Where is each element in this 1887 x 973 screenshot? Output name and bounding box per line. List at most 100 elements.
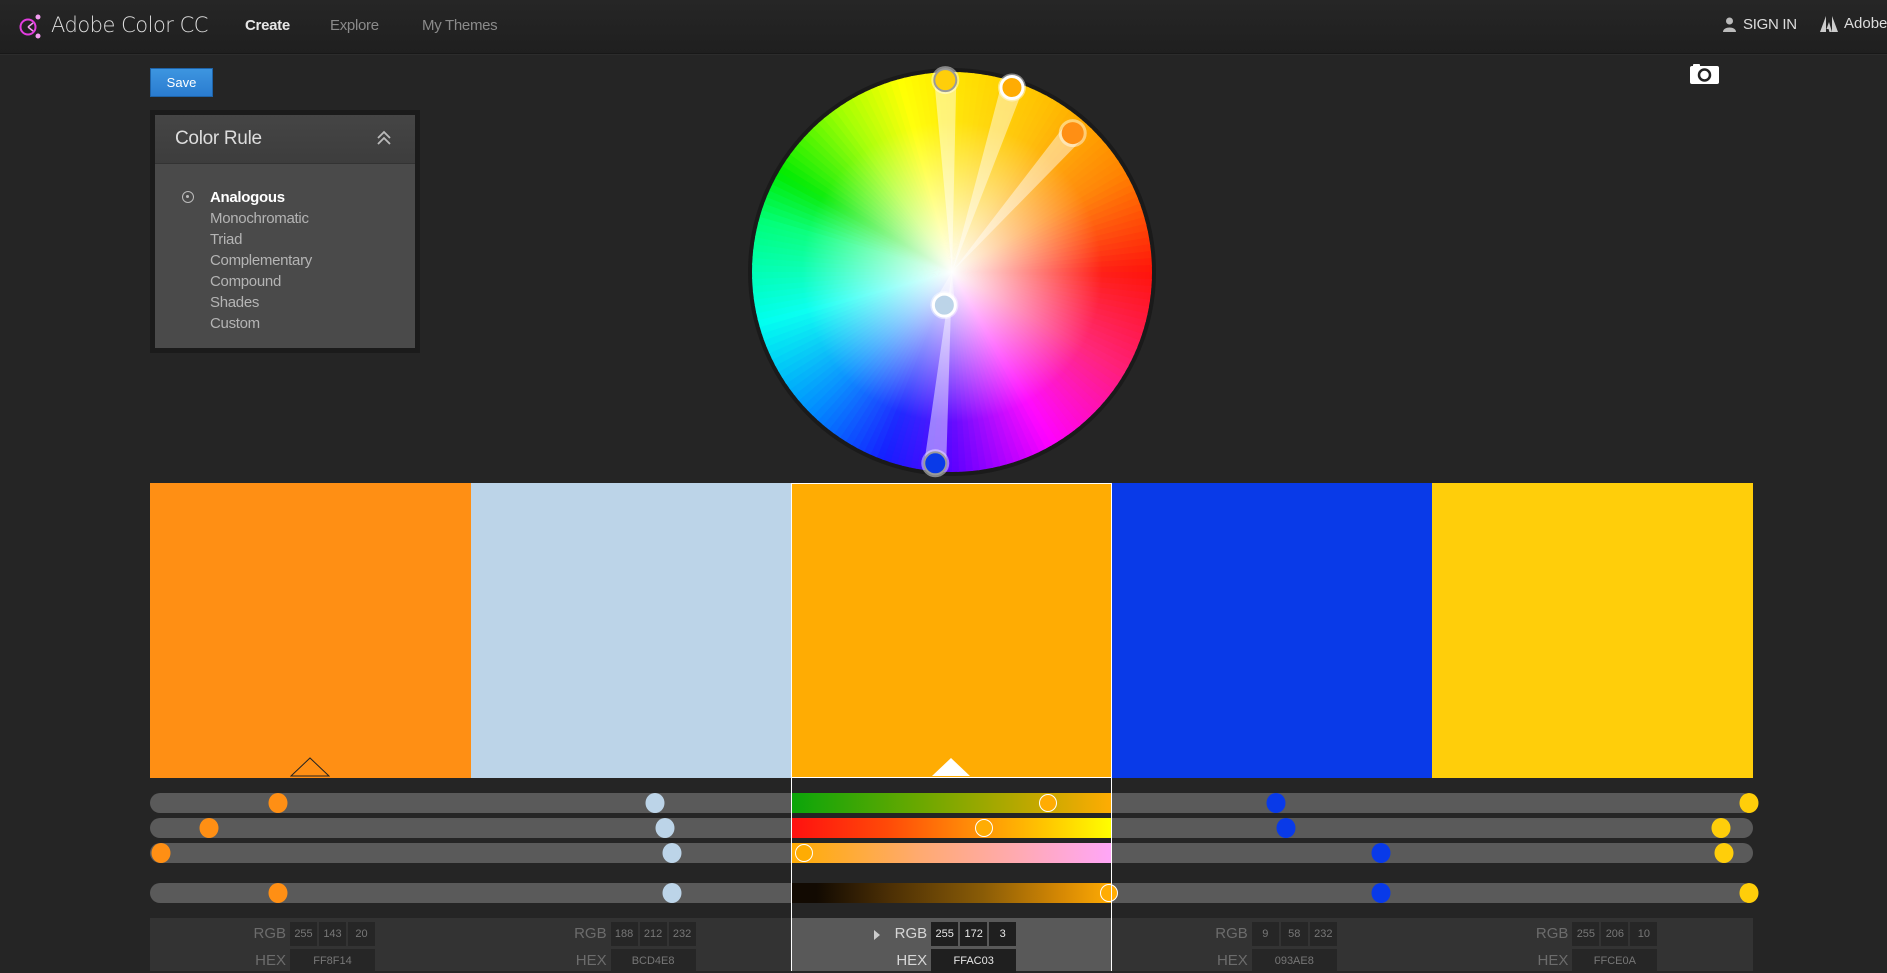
color-rule-panel: Color Rule Analogous Monochromatic Triad… xyxy=(150,110,420,353)
sign-in-label: SIGN IN xyxy=(1743,16,1797,33)
values-swatch-4: RGB HEX 9 58 232 093AE8 xyxy=(1112,918,1433,973)
slider-hue-track[interactable] xyxy=(791,793,1112,813)
adobe-label: Adobe xyxy=(1844,15,1887,32)
expand-arrow-icon[interactable] xyxy=(874,930,881,940)
hex-label: HEX xyxy=(255,952,286,969)
rule-option-compound[interactable]: Compound xyxy=(155,271,415,292)
adobe-link[interactable]: Adobe xyxy=(1820,15,1887,32)
camera-icon[interactable] xyxy=(1690,64,1719,84)
values-swatch-2: RGB HEX 188 212 232 BCD4E8 xyxy=(471,918,792,973)
rule-option-label: Analogous xyxy=(210,189,285,206)
hex-input[interactable]: FFCE0A xyxy=(1572,949,1658,973)
slider-value-knob-4[interactable] xyxy=(1371,883,1391,903)
rule-option-shades[interactable]: Shades xyxy=(155,292,415,313)
hex-input[interactable]: FF8F14 xyxy=(290,949,375,973)
slider-hue-knob-4[interactable] xyxy=(1266,793,1286,813)
color-wheel-canvas[interactable] xyxy=(744,64,1160,480)
rgb-blue-input[interactable]: 3 xyxy=(989,922,1017,946)
selected-color-marker-icon xyxy=(932,758,971,776)
rgb-blue-input[interactable]: 232 xyxy=(668,922,696,946)
app-title[interactable]: Adobe Color CC xyxy=(51,13,208,37)
slider-saturation-knob-5[interactable] xyxy=(1711,818,1731,838)
rgb-green-input[interactable]: 212 xyxy=(639,922,667,946)
rgb-green-input[interactable]: 143 xyxy=(319,922,346,946)
swatch-2[interactable] xyxy=(470,483,792,778)
rgb-red-input[interactable]: 255 xyxy=(290,922,317,946)
slider-brightness-knob-5[interactable] xyxy=(1714,843,1734,863)
rule-option-label: Complementary xyxy=(210,252,312,269)
slider-value-knob-3[interactable] xyxy=(1099,884,1118,902)
slider-value-knob-2[interactable] xyxy=(662,883,682,903)
hex-input[interactable]: FFAC03 xyxy=(931,949,1017,973)
wheel-handle-2[interactable] xyxy=(931,292,957,318)
save-button[interactable]: Save xyxy=(150,68,213,97)
slider-hue-knob-2[interactable] xyxy=(645,793,665,813)
sign-in-link[interactable]: SIGN IN xyxy=(1722,16,1797,33)
slider-saturation-knob-1[interactable] xyxy=(199,818,219,838)
hex-label: HEX xyxy=(575,952,607,969)
wheel-handle-5[interactable] xyxy=(933,68,958,93)
hex-input[interactable]: 093AE8 xyxy=(1251,949,1337,973)
rgb-label: RGB xyxy=(574,925,607,942)
slider-hue-knob-5[interactable] xyxy=(1739,793,1759,813)
color-wheel[interactable] xyxy=(744,64,1160,480)
rgb-green-input[interactable]: 206 xyxy=(1601,922,1629,946)
slider-saturation-track[interactable] xyxy=(791,818,1112,838)
color-rule-title: Color Rule xyxy=(175,128,262,149)
nav-explore[interactable]: Explore xyxy=(330,17,379,34)
slider-brightness[interactable] xyxy=(150,843,1753,863)
rgb-label: RGB xyxy=(894,925,928,942)
values-swatch-3: RGB HEX 255 172 3 FFAC03 xyxy=(791,918,1112,973)
slider-value-track[interactable] xyxy=(791,883,1112,903)
rule-option-custom[interactable]: Custom xyxy=(155,313,415,334)
slider-value-knob-1[interactable] xyxy=(268,883,288,903)
base-color-marker-icon[interactable] xyxy=(290,757,331,777)
nav-create[interactable]: Create xyxy=(245,17,290,34)
rgb-red-input[interactable]: 188 xyxy=(610,922,638,946)
slider-saturation[interactable] xyxy=(150,818,1753,838)
rgb-red-input[interactable]: 255 xyxy=(1572,922,1600,946)
slider-brightness-knob-3[interactable] xyxy=(795,844,814,862)
nav-my-themes[interactable]: My Themes xyxy=(422,17,498,34)
swatch-5[interactable] xyxy=(1432,483,1753,778)
slider-hue[interactable] xyxy=(150,793,1753,813)
rule-option-monochromatic[interactable]: Monochromatic xyxy=(155,208,415,229)
rgb-green-input[interactable]: 172 xyxy=(960,922,988,946)
wheel-handle-1[interactable] xyxy=(1061,122,1084,145)
rgb-red-input[interactable]: 255 xyxy=(931,922,959,946)
color-rule-header[interactable]: Color Rule xyxy=(155,115,415,164)
rgb-green-input[interactable]: 58 xyxy=(1280,922,1308,946)
rgb-red-input[interactable]: 9 xyxy=(1251,922,1279,946)
rule-option-analogous[interactable]: Analogous xyxy=(155,187,415,208)
collapse-chevron-icon[interactable] xyxy=(375,129,393,147)
values-swatch-5: RGB HEX 255 206 10 FFCE0A xyxy=(1432,918,1753,973)
slider-brightness-track[interactable] xyxy=(791,843,1112,863)
slider-hue-knob-1[interactable] xyxy=(268,793,288,813)
slider-brightness-knob-4[interactable] xyxy=(1371,843,1391,863)
swatch-4[interactable] xyxy=(1111,483,1433,778)
rgb-blue-input[interactable]: 10 xyxy=(1630,922,1658,946)
rule-option-label: Triad xyxy=(210,231,243,248)
swatch-1[interactable] xyxy=(150,483,471,778)
rule-option-complementary[interactable]: Complementary xyxy=(155,250,415,271)
rule-option-triad[interactable]: Triad xyxy=(155,229,415,250)
slider-saturation-knob-3[interactable] xyxy=(974,819,993,837)
color-values-panel: RGB HEX 255 143 20 FF8F14 RGB HEX 188 212 232 BCD4… xyxy=(150,918,1753,973)
slider-brightness-knob-1[interactable] xyxy=(151,843,171,863)
adobe-color-logo-icon[interactable] xyxy=(18,12,44,40)
slider-value[interactable] xyxy=(150,883,1753,903)
slider-brightness-knob-2[interactable] xyxy=(662,843,682,863)
slider-saturation-knob-2[interactable] xyxy=(655,818,675,838)
rule-option-label: Custom xyxy=(210,315,260,332)
slider-saturation-knob-4[interactable] xyxy=(1276,818,1296,838)
wheel-handle-3[interactable] xyxy=(999,74,1025,100)
slider-value-knob-5[interactable] xyxy=(1739,883,1759,903)
slider-hue-knob-3[interactable] xyxy=(1038,794,1057,812)
rgb-label: RGB xyxy=(1215,925,1248,942)
hex-input[interactable]: BCD4E8 xyxy=(610,949,696,973)
rgb-blue-input[interactable]: 232 xyxy=(1309,922,1337,946)
rgb-blue-input[interactable]: 20 xyxy=(348,922,375,946)
swatch-3[interactable] xyxy=(791,483,1112,778)
user-icon xyxy=(1723,17,1736,32)
wheel-handle-4[interactable] xyxy=(923,451,948,476)
